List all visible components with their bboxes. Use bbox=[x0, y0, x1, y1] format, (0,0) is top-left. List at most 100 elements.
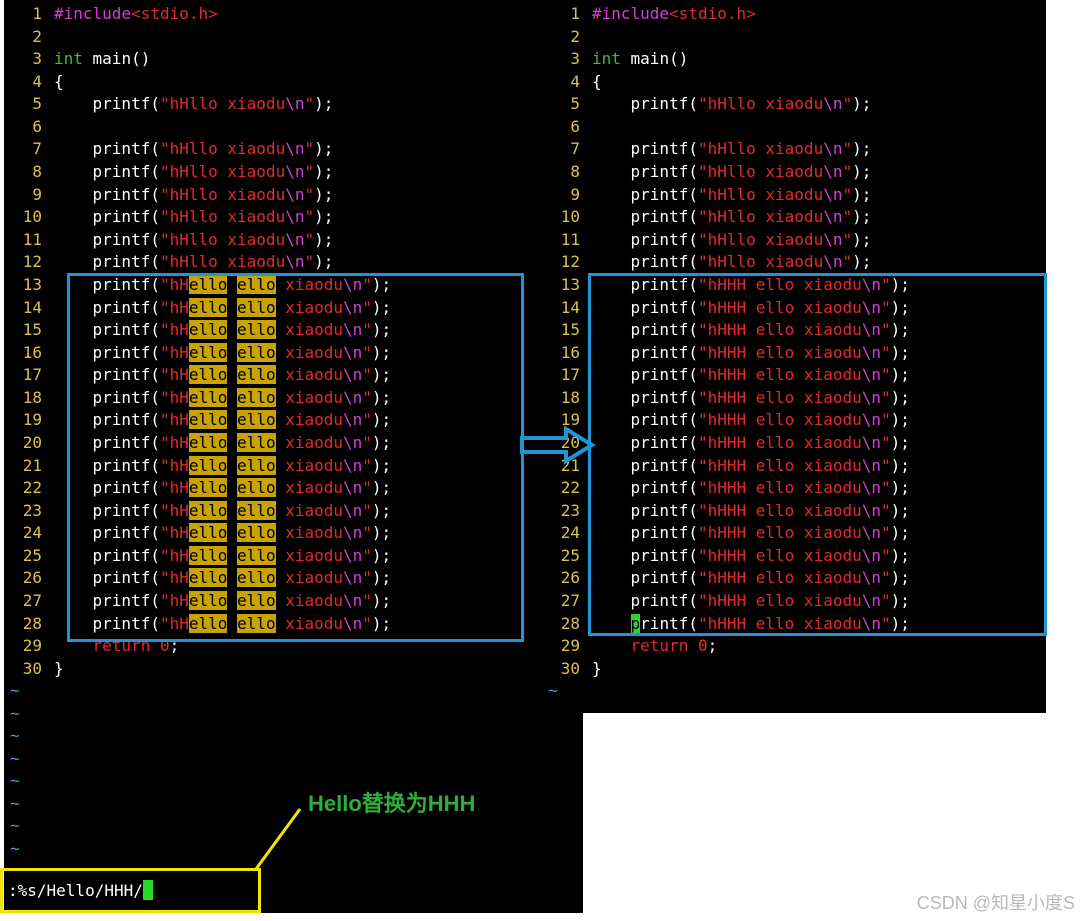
code-token: \n bbox=[823, 229, 843, 249]
code-token: " bbox=[842, 252, 853, 272]
line-number: 14 bbox=[560, 297, 580, 317]
line-number: 18 bbox=[22, 387, 42, 407]
code-token: \n bbox=[823, 252, 843, 272]
line-text: { bbox=[592, 71, 602, 94]
line-number: 27 bbox=[22, 591, 42, 611]
code-line[interactable]: 12 printf("hHllo xiaodu\n"); bbox=[4, 251, 391, 274]
code-token: printf( bbox=[592, 139, 698, 159]
code-line[interactable]: 4{ bbox=[542, 71, 910, 94]
line-text: int main() bbox=[592, 48, 688, 71]
code-token: " bbox=[842, 207, 853, 227]
left-changed-lines-box bbox=[67, 273, 524, 642]
code-line[interactable]: 3 int main() bbox=[542, 48, 910, 71]
code-token: "hHllo xiaodu bbox=[159, 252, 286, 272]
code-token: "hHllo xiaodu bbox=[697, 162, 824, 182]
code-token: printf( bbox=[592, 229, 698, 249]
code-token: printf( bbox=[54, 184, 160, 204]
code-line[interactable]: 10 printf("hHllo xiaodu\n"); bbox=[542, 206, 910, 229]
code-line[interactable]: 29 return 0; bbox=[542, 635, 910, 658]
code-token: \n bbox=[823, 94, 843, 114]
line-number: 8 bbox=[32, 162, 42, 182]
code-line[interactable]: 5 printf("hHllo xiaodu\n"); bbox=[542, 93, 910, 116]
code-line[interactable]: 2 bbox=[542, 26, 910, 49]
code-token: return bbox=[592, 636, 698, 656]
code-token: } bbox=[54, 658, 64, 678]
code-line[interactable]: 9 printf("hHllo xiaodu\n"); bbox=[4, 184, 391, 207]
code-token: " bbox=[842, 229, 853, 249]
code-line[interactable]: 6 bbox=[542, 116, 910, 139]
code-token: ); bbox=[852, 184, 872, 204]
code-line[interactable]: 30} bbox=[542, 658, 910, 681]
line-number: 20 bbox=[22, 432, 42, 452]
line-number: 1 bbox=[570, 4, 580, 23]
code-token: \n bbox=[823, 207, 843, 227]
code-line[interactable]: 8 printf("hHllo xiaodu\n"); bbox=[542, 161, 910, 184]
line-number: 10 bbox=[560, 207, 580, 227]
code-token: \n bbox=[823, 184, 843, 204]
code-line[interactable]: 6 bbox=[4, 116, 391, 139]
line-number: 22 bbox=[22, 478, 42, 498]
line-number: 15 bbox=[22, 320, 42, 340]
code-line[interactable]: 11 printf("hHllo xiaodu\n"); bbox=[4, 229, 391, 252]
code-token: { bbox=[592, 71, 602, 91]
line-text: printf("hHllo xiaodu\n"); bbox=[592, 184, 872, 207]
code-line[interactable]: 12 printf("hHllo xiaodu\n"); bbox=[542, 251, 910, 274]
line-number: 1 bbox=[32, 4, 42, 23]
line-number: 19 bbox=[22, 410, 42, 430]
code-token: main() bbox=[620, 49, 689, 69]
annotation-label: Hello替换为HHH bbox=[308, 791, 476, 816]
code-token: int bbox=[592, 49, 621, 69]
code-line[interactable]: 30} bbox=[4, 658, 391, 681]
empty-line-tilde: ~ bbox=[10, 793, 20, 813]
code-token: #include bbox=[54, 4, 132, 23]
code-line[interactable]: 9 printf("hHllo xiaodu\n"); bbox=[542, 184, 910, 207]
empty-line-tilde: ~ bbox=[10, 748, 20, 768]
code-line[interactable]: 1 #include<stdio.h> bbox=[542, 3, 910, 26]
right-arrow-icon bbox=[520, 425, 596, 465]
code-token: } bbox=[592, 658, 602, 678]
code-line[interactable]: 8 printf("hHllo xiaodu\n"); bbox=[4, 161, 391, 184]
line-number: 24 bbox=[560, 523, 580, 543]
line-number: 4 bbox=[570, 71, 580, 91]
empty-line-tilde: ~ bbox=[10, 816, 20, 836]
line-number: 12 bbox=[560, 252, 580, 272]
code-token: " bbox=[304, 207, 315, 227]
code-token: printf( bbox=[592, 252, 698, 272]
code-line[interactable]: 7 printf("hHllo xiaodu\n"); bbox=[542, 138, 910, 161]
code-token: 0 bbox=[697, 636, 708, 656]
code-token: ); bbox=[314, 229, 334, 249]
line-number: 16 bbox=[560, 342, 580, 362]
code-token: ); bbox=[314, 94, 334, 114]
line-number: 7 bbox=[32, 139, 42, 159]
code-line[interactable]: 3 int main() bbox=[4, 48, 391, 71]
code-token: " bbox=[304, 94, 315, 114]
code-token: ); bbox=[852, 207, 872, 227]
line-number: 26 bbox=[560, 568, 580, 588]
code-line[interactable]: 5 printf("hHllo xiaodu\n"); bbox=[4, 93, 391, 116]
line-number: 3 bbox=[32, 49, 42, 69]
code-line[interactable]: 1 #include<stdio.h> bbox=[4, 3, 391, 26]
code-line[interactable]: 11 printf("hHllo xiaodu\n"); bbox=[542, 229, 910, 252]
line-number: 9 bbox=[570, 184, 580, 204]
code-token: printf( bbox=[592, 94, 698, 114]
code-line[interactable]: 7 printf("hHllo xiaodu\n"); bbox=[4, 138, 391, 161]
code-line[interactable]: 4{ bbox=[4, 71, 391, 94]
code-token: "hHllo xiaodu bbox=[697, 252, 824, 272]
code-token: " bbox=[304, 162, 315, 182]
code-token: ); bbox=[314, 184, 334, 204]
code-token: "hHllo xiaodu bbox=[159, 229, 286, 249]
line-text: printf("hHllo xiaodu\n"); bbox=[54, 229, 334, 252]
line-number: 29 bbox=[22, 636, 42, 656]
code-token: #include bbox=[592, 4, 670, 23]
code-token: ); bbox=[314, 252, 334, 272]
code-line[interactable]: 10 printf("hHllo xiaodu\n"); bbox=[4, 206, 391, 229]
code-token: " bbox=[842, 94, 853, 114]
line-text: int main() bbox=[54, 48, 150, 71]
line-text: printf("hHllo xiaodu\n"); bbox=[54, 206, 334, 229]
line-number: 9 bbox=[32, 184, 42, 204]
line-number: 2 bbox=[570, 26, 580, 46]
code-line[interactable]: 2 bbox=[4, 26, 391, 49]
code-token: ); bbox=[314, 162, 334, 182]
line-number: 17 bbox=[560, 365, 580, 385]
code-token: \n bbox=[285, 229, 305, 249]
